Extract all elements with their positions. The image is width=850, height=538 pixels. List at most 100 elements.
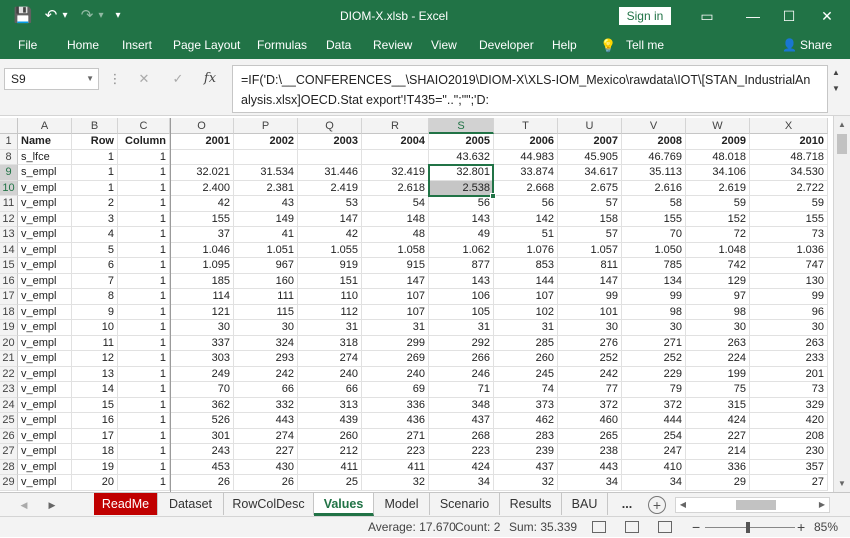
table-cell[interactable]: 77 <box>558 382 622 398</box>
tab-home[interactable]: Home <box>67 32 99 59</box>
table-cell[interactable]: 5 <box>72 242 118 258</box>
table-cell[interactable]: 785 <box>622 258 686 274</box>
table-cell[interactable]: 2.619 <box>686 180 750 196</box>
table-cell[interactable]: 34.617 <box>558 165 622 181</box>
scroll-up-icon[interactable]: ▲ <box>834 116 850 133</box>
table-cell[interactable]: 142 <box>494 211 558 227</box>
table-cell[interactable]: 42 <box>170 196 234 212</box>
row-header[interactable]: 13 <box>0 227 18 243</box>
horizontal-scrollbar[interactable]: ◀ ▶ <box>675 497 830 513</box>
formula-scroll[interactable]: ▲ ▼ <box>829 65 843 113</box>
table-cell[interactable]: 1 <box>118 211 170 227</box>
table-cell[interactable]: 313 <box>298 397 362 413</box>
table-cell[interactable]: 967 <box>234 258 298 274</box>
table-cell[interactable]: 1 <box>72 149 118 165</box>
column-title-cell[interactable]: Column <box>118 134 170 150</box>
table-cell[interactable]: 336 <box>686 459 750 475</box>
table-cell[interactable]: 240 <box>362 366 429 382</box>
table-cell[interactable]: 2.538 <box>429 180 494 196</box>
table-cell[interactable]: 877 <box>429 258 494 274</box>
scroll-down-icon[interactable]: ▼ <box>829 81 843 97</box>
table-cell[interactable]: 32.419 <box>362 165 429 181</box>
table-cell[interactable]: 30 <box>234 320 298 336</box>
table-cell[interactable]: 33.874 <box>494 165 558 181</box>
column-header-v[interactable]: V <box>622 118 686 134</box>
chevron-down-icon[interactable]: ▼ <box>86 69 94 89</box>
table-cell[interactable]: v_empl <box>18 242 72 258</box>
redo-dropdown-icon[interactable]: ▾ <box>96 0 106 32</box>
table-cell[interactable]: 56 <box>429 196 494 212</box>
table-cell[interactable]: 107 <box>494 289 558 305</box>
table-cell[interactable]: 45.905 <box>558 149 622 165</box>
table-cell[interactable]: 853 <box>494 258 558 274</box>
row-header[interactable]: 20 <box>0 335 18 351</box>
table-cell[interactable]: 315 <box>686 397 750 413</box>
table-cell[interactable]: 2.419 <box>298 180 362 196</box>
row-header[interactable]: 18 <box>0 304 18 320</box>
table-cell[interactable]: 1.046 <box>170 242 234 258</box>
table-cell[interactable]: 102 <box>494 304 558 320</box>
table-cell[interactable]: 453 <box>170 459 234 475</box>
table-cell[interactable]: v_empl <box>18 444 72 460</box>
table-cell[interactable]: 424 <box>429 459 494 475</box>
table-cell[interactable]: v_empl <box>18 273 72 289</box>
table-cell[interactable]: 31 <box>429 320 494 336</box>
tab-file[interactable]: File <box>18 32 37 59</box>
table-cell[interactable]: 19 <box>72 459 118 475</box>
table-cell[interactable]: 134 <box>622 273 686 289</box>
table-cell[interactable]: 1 <box>118 351 170 367</box>
table-cell[interactable]: 99 <box>750 289 828 305</box>
table-cell[interactable]: 30 <box>686 320 750 336</box>
table-cell[interactable]: 152 <box>686 211 750 227</box>
more-options-icon[interactable]: ⋮ <box>104 68 126 90</box>
table-cell[interactable]: 411 <box>362 459 429 475</box>
table-cell[interactable]: v_empl <box>18 335 72 351</box>
table-cell[interactable]: 99 <box>558 289 622 305</box>
table-cell[interactable]: 15 <box>72 397 118 413</box>
table-cell[interactable]: 20 <box>72 475 118 491</box>
table-cell[interactable]: 212 <box>298 444 362 460</box>
table-cell[interactable]: 919 <box>298 258 362 274</box>
table-cell[interactable]: 254 <box>622 428 686 444</box>
table-cell[interactable]: 105 <box>429 304 494 320</box>
table-cell[interactable]: v_empl <box>18 258 72 274</box>
table-cell[interactable]: v_empl <box>18 304 72 320</box>
table-cell[interactable]: 6 <box>72 258 118 274</box>
table-cell[interactable]: 97 <box>686 289 750 305</box>
table-cell[interactable]: 144 <box>494 273 558 289</box>
table-cell[interactable]: 2.722 <box>750 180 828 196</box>
table-cell[interactable]: 34 <box>622 475 686 491</box>
vertical-scrollbar[interactable]: ▲ ▼ <box>833 116 850 492</box>
table-cell[interactable]: 8 <box>72 289 118 305</box>
column-header-o[interactable]: O <box>170 118 234 134</box>
table-cell[interactable]: 285 <box>494 335 558 351</box>
table-cell[interactable]: 155 <box>170 211 234 227</box>
table-cell[interactable]: 148 <box>362 211 429 227</box>
zoom-in-icon[interactable]: + <box>797 517 805 538</box>
row-header[interactable]: 28 <box>0 459 18 475</box>
table-cell[interactable]: 1 <box>118 227 170 243</box>
table-cell[interactable]: 26 <box>234 475 298 491</box>
column-header-s[interactable]: S <box>429 118 494 134</box>
table-cell[interactable]: 101 <box>558 304 622 320</box>
column-title-cell[interactable]: Name <box>18 134 72 150</box>
table-cell[interactable]: 263 <box>686 335 750 351</box>
table-cell[interactable]: 112 <box>298 304 362 320</box>
next-sheet-icon[interactable]: ▶ <box>42 493 62 517</box>
close-icon[interactable]: ✕ <box>804 0 850 32</box>
table-cell[interactable]: 72 <box>686 227 750 243</box>
table-cell[interactable]: 106 <box>429 289 494 305</box>
table-cell[interactable]: 915 <box>362 258 429 274</box>
table-cell[interactable]: 111 <box>234 289 298 305</box>
table-cell[interactable]: 240 <box>298 366 362 382</box>
column-title-cell[interactable]: 2010 <box>750 134 828 150</box>
lightbulb-icon[interactable]: 💡 <box>600 32 616 59</box>
table-cell[interactable]: 75 <box>686 382 750 398</box>
row-header[interactable]: 15 <box>0 258 18 274</box>
table-cell[interactable]: 17 <box>72 428 118 444</box>
column-header-a[interactable]: A <box>18 118 72 134</box>
table-cell[interactable]: v_empl <box>18 413 72 429</box>
column-title-cell[interactable]: 2003 <box>298 134 362 150</box>
table-cell[interactable]: 70 <box>170 382 234 398</box>
column-header-q[interactable]: Q <box>298 118 362 134</box>
